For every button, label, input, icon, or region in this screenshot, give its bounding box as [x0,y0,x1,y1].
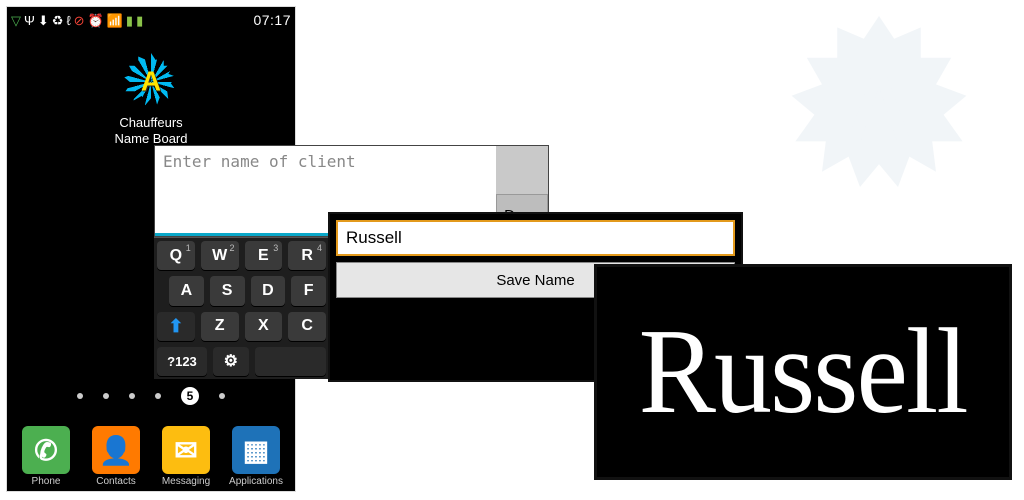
usb-icon: Ψ [24,14,35,27]
dock: ✆ Phone 👤 Contacts ✉ Messaging ▦ Applica… [7,409,295,491]
dock-messaging[interactable]: ✉ Messaging [155,426,217,487]
soft-keyboard[interactable]: Q1 W2 E3 R4 A S D F ⬆ Z X C ?123 ⚙ [154,237,329,379]
pager-dot[interactable] [129,393,135,399]
key-f[interactable]: F [291,276,326,305]
gear-icon: ⚙ [224,351,238,371]
key-symbols[interactable]: ?123 [157,347,207,376]
dock-label: Messaging [155,476,217,487]
key-d[interactable]: D [251,276,286,305]
done-spacer [496,146,548,194]
key-w[interactable]: W2 [201,241,239,270]
dock-phone[interactable]: ✆ Phone [15,426,77,487]
name-display-board: Russell [594,264,1012,480]
recycle-icon: ♻ [52,14,64,27]
key-r[interactable]: R4 [288,241,326,270]
key-q[interactable]: Q1 [157,241,195,270]
contacts-icon: 👤 [92,426,140,474]
saved-name-input[interactable] [336,220,735,256]
status-bar: ▽ Ψ ⬇ ♻ ℓ ⊘ ⏰ 📶 ▮ ▮ 07:17 [7,7,295,33]
pager-dot[interactable] [103,393,109,399]
signal2-icon: ▮ [126,14,133,27]
battery-icon: ▮ [136,14,143,27]
pager-dot[interactable] [77,393,83,399]
key-e[interactable]: E3 [245,241,283,270]
dock-label: Applications [225,476,287,487]
pager-dot[interactable] [219,393,225,399]
dock-label: Phone [15,476,77,487]
llama-icon: ℓ [66,14,70,27]
status-left-icons: ▽ Ψ ⬇ ♻ ℓ ⊘ ⏰ 📶 ▮ ▮ [11,14,143,27]
wifi-blocked-icon: ⊘ [74,14,85,27]
dock-contacts[interactable]: 👤 Contacts [85,426,147,487]
key-x[interactable]: X [245,312,283,341]
alarm-icon: ⏰ [88,14,104,27]
status-time: 07:17 [253,12,291,28]
dock-label: Contacts [85,476,147,487]
signal-icon: 📶 [107,14,123,27]
apps-grid-icon: ▦ [232,426,280,474]
key-shift[interactable]: ⬆ [157,312,195,341]
key-z[interactable]: Z [201,312,239,341]
home-pager[interactable]: 5 [7,387,295,405]
display-name-text: Russell [639,311,967,433]
download-icon: ⬇ [38,14,49,27]
key-space[interactable] [255,347,326,376]
key-settings[interactable]: ⚙ [213,347,249,376]
watermark-burst-icon: A [784,16,974,206]
app-burst-icon[interactable]: A [122,53,180,111]
pager-dot[interactable] [155,393,161,399]
envelope-icon: ✉ [162,426,210,474]
shield-icon: ▽ [11,14,21,27]
key-s[interactable]: S [210,276,245,305]
dock-apps[interactable]: ▦ Applications [225,426,287,487]
pager-dot-active[interactable]: 5 [181,387,199,405]
app-title: Chauffeurs Name Board [7,115,295,146]
key-c[interactable]: C [288,312,326,341]
key-a[interactable]: A [169,276,204,305]
phone-icon: ✆ [22,426,70,474]
